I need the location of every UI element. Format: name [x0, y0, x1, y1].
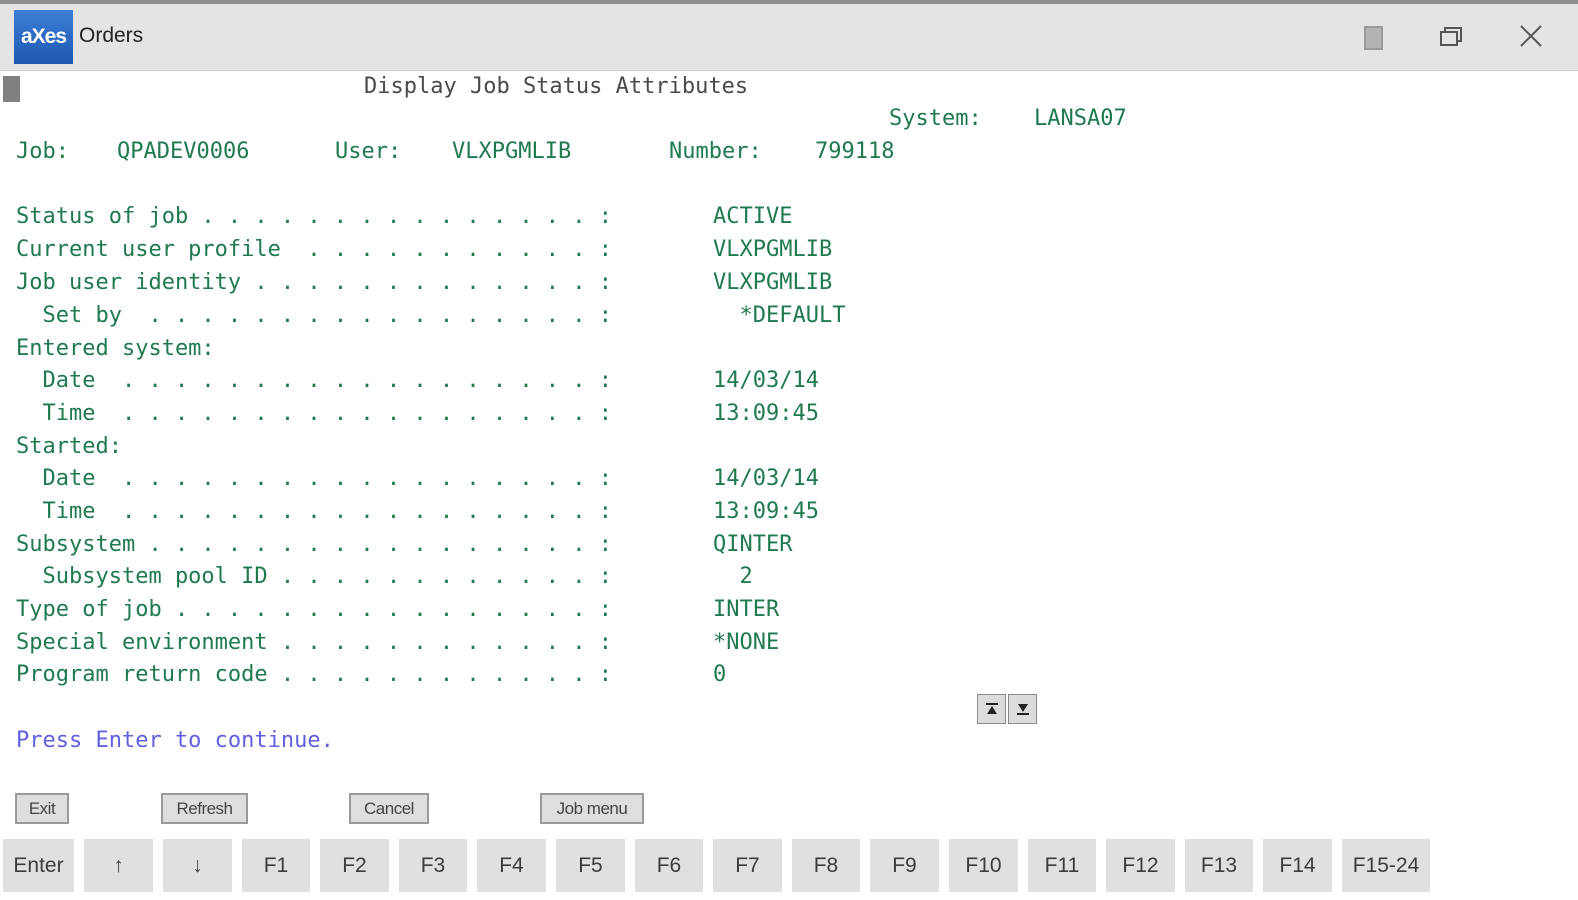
field-label: Date . . . . . . . . . . . . . . . . . .…	[16, 368, 613, 393]
job-menu-button[interactable]: Job menu	[540, 793, 644, 824]
field-value: 13:09:45	[713, 499, 819, 524]
page-down-key[interactable]: ↓	[163, 839, 232, 892]
field-label: Date . . . . . . . . . . . . . . . . . .…	[16, 466, 613, 491]
system-label: System:	[889, 106, 982, 131]
close-window-icon[interactable]	[1511, 18, 1551, 56]
field-value: *NONE	[713, 630, 780, 655]
field-label: Current user profile . . . . . . . . . .…	[16, 237, 613, 262]
field-value: 14/03/14	[713, 368, 819, 393]
system-value: LANSA07	[1034, 106, 1127, 131]
number-value: 799118	[815, 139, 895, 164]
f12-key[interactable]: F12	[1106, 839, 1175, 892]
number-label: Number:	[669, 139, 762, 164]
notes-icon[interactable]	[1354, 18, 1394, 56]
field-label: Time . . . . . . . . . . . . . . . . . .…	[16, 401, 613, 426]
f2-key[interactable]: F2	[320, 839, 389, 892]
scroll-top-icon	[985, 703, 998, 714]
user-value: VLXPGMLIB	[452, 139, 572, 164]
job-value: QPADEV0006	[117, 139, 250, 164]
f13-key[interactable]: F13	[1185, 839, 1253, 892]
info-message: Press Enter to continue.	[16, 728, 334, 753]
f1-key[interactable]: F1	[242, 839, 310, 892]
section-label: Entered system:	[16, 336, 215, 361]
field-label: Status of job . . . . . . . . . . . . . …	[16, 204, 613, 229]
field-label: Job user identity . . . . . . . . . . . …	[16, 270, 613, 295]
f14-key[interactable]: F14	[1263, 839, 1332, 892]
field-value: 14/03/14	[713, 466, 819, 491]
field-value: 2	[713, 564, 753, 589]
field-value: 13:09:45	[713, 401, 819, 426]
field-value: INTER	[713, 597, 780, 622]
field-label: Time . . . . . . . . . . . . . . . . . .…	[16, 499, 613, 524]
screen-title: Display Job Status Attributes	[364, 74, 749, 99]
field-value: VLXPGMLIB	[713, 237, 833, 262]
scroll-bottom-icon	[1016, 704, 1029, 715]
field-label: Subsystem pool ID . . . . . . . . . . . …	[16, 564, 613, 589]
axes-logo: aXes	[14, 10, 73, 64]
restore-window-icon[interactable]	[1432, 18, 1472, 56]
refresh-button[interactable]: Refresh	[161, 793, 248, 824]
enter-key[interactable]: Enter	[3, 839, 74, 892]
f5-key[interactable]: F5	[556, 839, 625, 892]
field-label: Set by . . . . . . . . . . . . . . . . .…	[16, 303, 613, 328]
f11-key[interactable]: F11	[1028, 839, 1096, 892]
f7-key[interactable]: F7	[713, 839, 782, 892]
f6-key[interactable]: F6	[635, 839, 703, 892]
field-label: Program return code . . . . . . . . . . …	[16, 662, 613, 687]
scroll-top-button[interactable]	[977, 694, 1006, 724]
job-label: Job:	[16, 139, 69, 164]
field-value: *DEFAULT	[713, 303, 846, 328]
f3-key[interactable]: F3	[399, 839, 467, 892]
f8-key[interactable]: F8	[792, 839, 860, 892]
title-bar: aXes Orders	[0, 4, 1578, 71]
terminal-cursor	[3, 76, 20, 102]
scroll-bottom-button[interactable]	[1008, 694, 1037, 724]
field-label: Subsystem . . . . . . . . . . . . . . . …	[16, 532, 613, 557]
cancel-button[interactable]: Cancel	[349, 793, 429, 824]
exit-button[interactable]: Exit	[15, 793, 69, 824]
app-title: Orders	[79, 24, 144, 47]
f10-key[interactable]: F10	[949, 839, 1018, 892]
field-label: Special environment . . . . . . . . . . …	[16, 630, 613, 655]
page-up-key[interactable]: ↑	[84, 839, 153, 892]
field-value: ACTIVE	[713, 204, 793, 229]
field-label: Type of job . . . . . . . . . . . . . . …	[16, 597, 613, 622]
field-value: QINTER	[713, 532, 793, 557]
field-value: 0	[713, 662, 727, 687]
f15-24-key[interactable]: F15-24	[1342, 839, 1430, 892]
section-label: Started:	[16, 434, 122, 459]
f4-key[interactable]: F4	[477, 839, 546, 892]
user-label: User:	[335, 139, 402, 164]
field-value: VLXPGMLIB	[713, 270, 833, 295]
f9-key[interactable]: F9	[870, 839, 939, 892]
